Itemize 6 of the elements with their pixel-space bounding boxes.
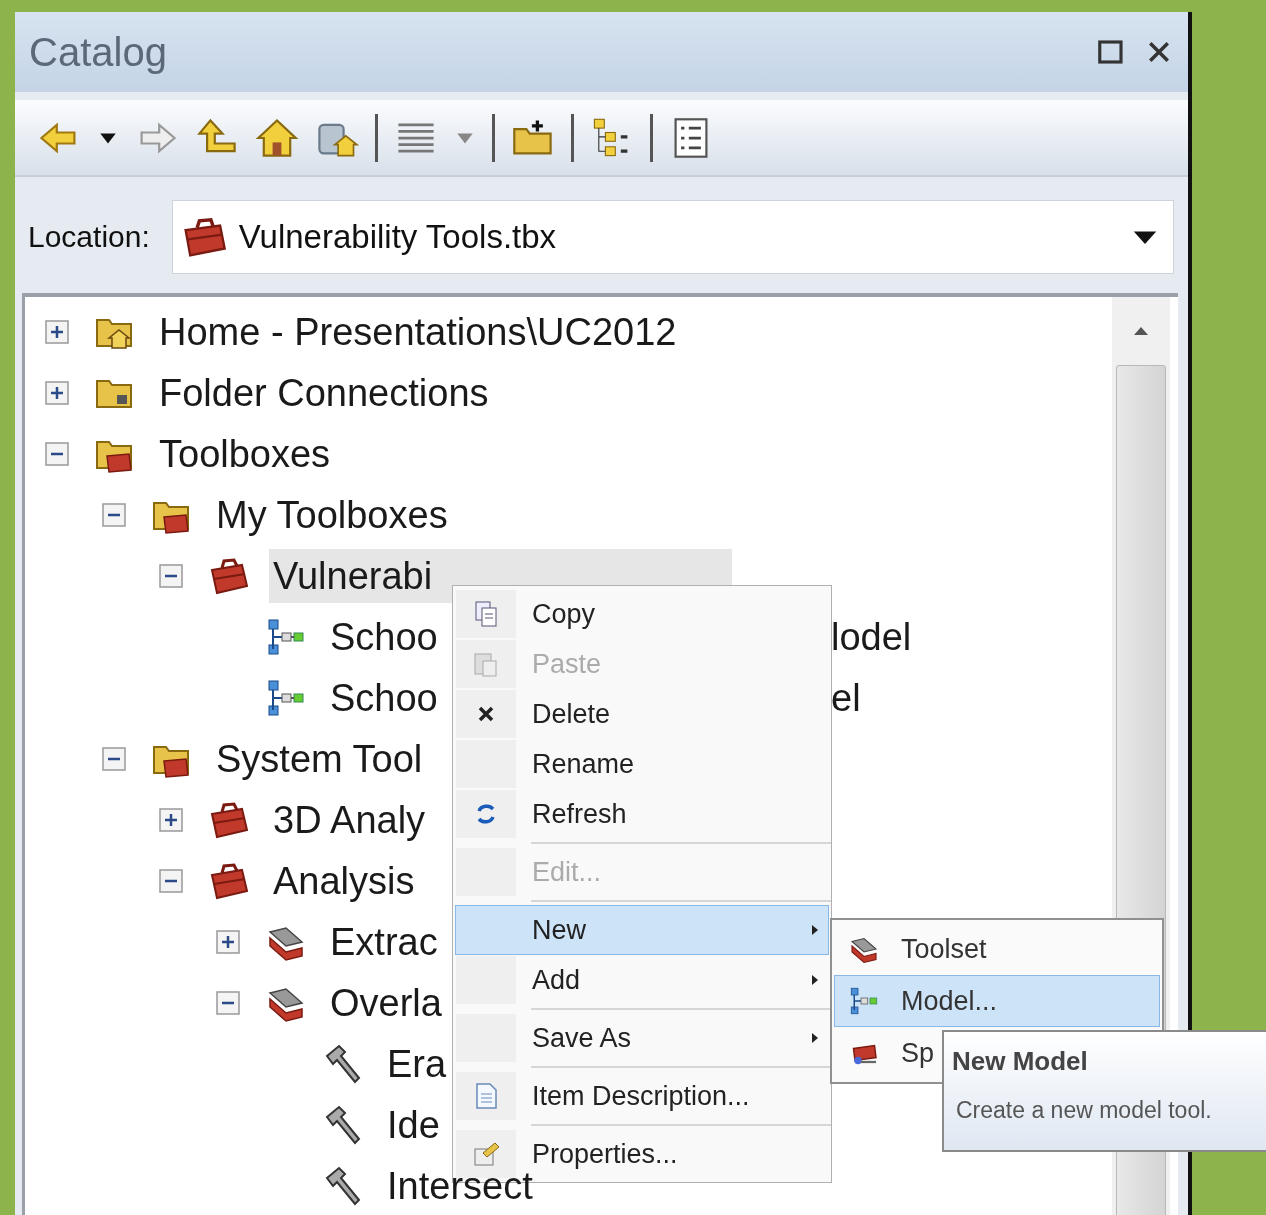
location-label: Location:	[28, 220, 150, 254]
tooltip-title: New Model	[952, 1046, 1089, 1077]
tooltip-text: Create a new model tool.	[955, 1097, 1213, 1124]
window-title: Catalog	[29, 29, 167, 75]
tree-item-text: lodel	[831, 614, 912, 660]
tree-item-text: el	[831, 675, 861, 721]
